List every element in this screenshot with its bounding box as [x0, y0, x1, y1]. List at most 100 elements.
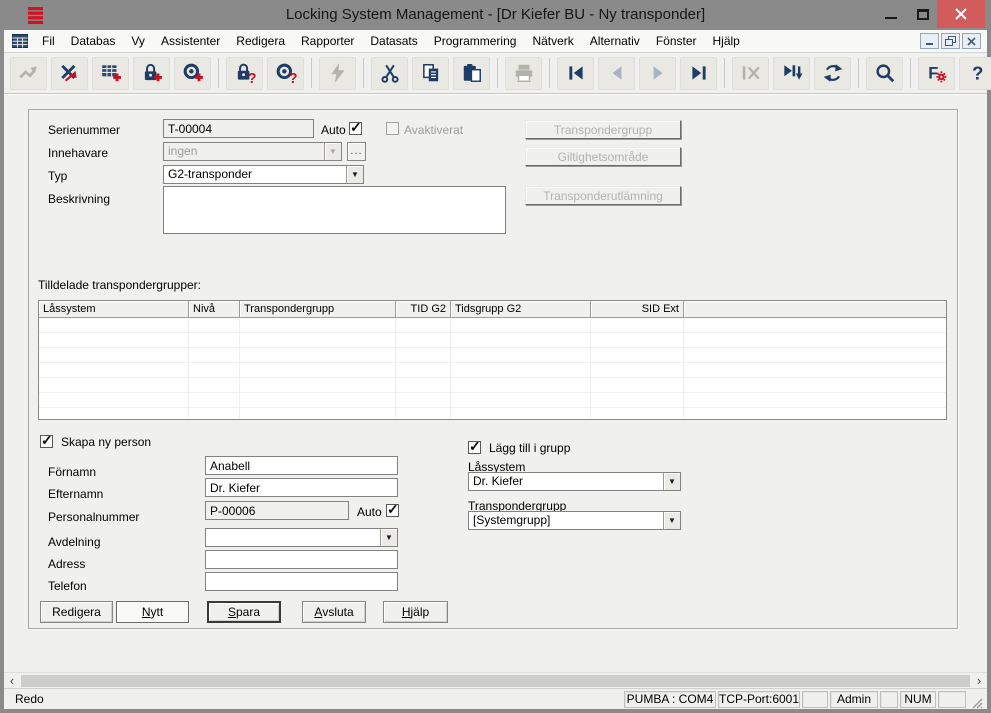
cut-button[interactable] — [371, 57, 408, 90]
new-locking-system-button[interactable] — [92, 57, 129, 90]
transponder-group-button: Transpondergrupp — [525, 120, 681, 139]
menu-assistenter[interactable]: Assistenter — [153, 32, 228, 50]
menu-bar: Fil Databas Vy Assistenter Redigera Rapp… — [4, 30, 987, 53]
last-record-icon — [688, 62, 710, 84]
menu-datasats[interactable]: Datasats — [362, 32, 425, 50]
search-button[interactable] — [866, 57, 903, 90]
program-button — [319, 57, 356, 90]
read-transponder-icon: ? — [275, 62, 297, 84]
exit-button[interactable]: Avsluta — [302, 601, 366, 623]
address-input[interactable] — [205, 550, 398, 569]
refresh-button[interactable] — [814, 57, 851, 90]
menu-rapporter[interactable]: Rapporter — [293, 32, 362, 50]
document-icon[interactable] — [12, 34, 28, 48]
menu-databas[interactable]: Databas — [63, 32, 124, 50]
locking-system-combobox[interactable]: Dr. Kiefer ▼ — [468, 472, 681, 491]
save-button[interactable]: Spara — [207, 601, 281, 623]
help-button[interactable]: ? — [959, 57, 991, 90]
column-header-locking-system[interactable]: Låssystem — [39, 301, 189, 318]
menu-fil[interactable]: Fil — [34, 32, 63, 50]
resize-grip[interactable] — [969, 695, 983, 709]
mdi-minimize-button[interactable] — [920, 33, 939, 49]
department-combobox[interactable]: ▼ — [205, 528, 398, 547]
toolbar: ? ? F ? — [4, 53, 987, 94]
column-header-transponder-group[interactable]: Transpondergrupp — [240, 301, 396, 318]
serial-input — [163, 119, 314, 138]
menu-vy[interactable]: Vy — [123, 32, 153, 50]
window-title: Locking System Management - [Dr Kiefer B… — [0, 0, 991, 30]
description-label: Beskrivning — [48, 192, 110, 206]
status-bar: Redo PUMBA : COM4 TCP-Port:6001 Admin NU… — [4, 688, 987, 709]
refresh-icon — [822, 62, 844, 84]
serial-auto-checkbox[interactable] — [349, 122, 362, 135]
horizontal-scrollbar: ‹ › — [4, 672, 987, 688]
mdi-minimize-icon — [925, 36, 935, 46]
toolbar-separator — [363, 58, 364, 88]
menu-hjalp[interactable]: Hjälp — [705, 32, 748, 50]
new-transponder-icon — [182, 62, 204, 84]
cancel-edit-button — [732, 57, 769, 90]
toolbar-separator — [549, 58, 550, 88]
new-button[interactable]: Nytt — [116, 601, 189, 623]
assigned-groups-table[interactable]: Låssystem Nivå Transpondergrupp TID G2 T… — [38, 300, 947, 420]
read-transponder-button[interactable]: ? — [267, 57, 304, 90]
menu-alternativ[interactable]: Alternativ — [582, 32, 648, 50]
mdi-restore-button[interactable] — [941, 33, 960, 49]
status-ready: Redo — [15, 692, 622, 706]
close-button[interactable] — [937, 0, 985, 28]
transponder-group-combobox[interactable]: [Systemgrupp] ▼ — [468, 511, 681, 530]
first-name-input[interactable] — [205, 456, 398, 475]
column-header-sid-ext[interactable]: SID Ext — [591, 301, 684, 318]
new-lock-button[interactable] — [133, 57, 170, 90]
edit-button[interactable]: Redigera — [40, 601, 113, 623]
phone-input[interactable] — [205, 572, 398, 591]
first-record-button[interactable] — [557, 57, 594, 90]
column-header-level[interactable]: Nivå — [189, 301, 240, 318]
column-header-tid-g2[interactable]: TID G2 — [396, 301, 451, 318]
menu-redigera[interactable]: Redigera — [228, 32, 293, 50]
personnel-auto-checkbox[interactable] — [386, 504, 399, 517]
menu-natverk[interactable]: Nätverk — [524, 32, 581, 50]
copy-button[interactable] — [412, 57, 449, 90]
last-name-input[interactable] — [205, 478, 398, 497]
table-header-row: Låssystem Nivå Transpondergrupp TID G2 T… — [39, 301, 946, 318]
cancel-edit-icon — [740, 62, 762, 84]
mdi-close-button[interactable] — [962, 33, 981, 49]
scroll-left-button[interactable]: ‹ — [4, 673, 20, 689]
minimize-button[interactable] — [876, 0, 906, 28]
status-tcp-port: TCP-Port:6001 — [718, 691, 800, 708]
help-dialog-button[interactable]: Hjälp — [383, 601, 448, 623]
add-to-group-checkbox[interactable] — [468, 441, 481, 454]
app-window: Locking System Management - [Dr Kiefer B… — [0, 0, 991, 713]
type-combobox[interactable]: G2-transponder ▼ — [163, 165, 364, 184]
transponder-form: Serienummer Auto Avaktiverat Innehavare … — [4, 94, 987, 672]
owner-browse-button[interactable]: ... — [347, 142, 366, 161]
chevron-down-icon: ▼ — [663, 512, 680, 529]
last-name-label: Efternamn — [48, 487, 103, 501]
paste-button[interactable] — [453, 57, 490, 90]
read-lock-button[interactable]: ? — [226, 57, 263, 90]
last-record-button[interactable] — [680, 57, 717, 90]
apply-record-button[interactable] — [773, 57, 810, 90]
mdi-close-icon — [967, 37, 976, 46]
status-panel-empty — [802, 691, 828, 708]
new-locking-system-icon — [100, 62, 122, 84]
filter-settings-button[interactable]: F — [918, 57, 955, 90]
validity-area-button: Giltighetsområde — [525, 147, 681, 166]
create-person-checkbox[interactable] — [40, 435, 53, 448]
toolbar-separator — [910, 58, 911, 88]
maximize-button[interactable] — [908, 0, 938, 28]
copy-icon — [420, 62, 442, 84]
transponder-issue-button: Transponderutlämning — [525, 186, 681, 205]
scrollbar-thumb[interactable] — [21, 675, 970, 687]
menu-programmering[interactable]: Programmering — [426, 32, 525, 50]
column-header-time-group-g2[interactable]: Tidsgrupp G2 — [451, 301, 591, 318]
disconnect-button[interactable] — [51, 57, 88, 90]
menu-fonster[interactable]: Fönster — [648, 32, 705, 50]
scroll-right-button[interactable]: › — [971, 673, 987, 689]
mdi-restore-icon — [945, 36, 956, 47]
new-transponder-button[interactable] — [174, 57, 211, 90]
print-button — [505, 57, 542, 90]
description-textarea[interactable] — [163, 186, 506, 234]
chevron-down-icon: ▼ — [380, 529, 397, 546]
